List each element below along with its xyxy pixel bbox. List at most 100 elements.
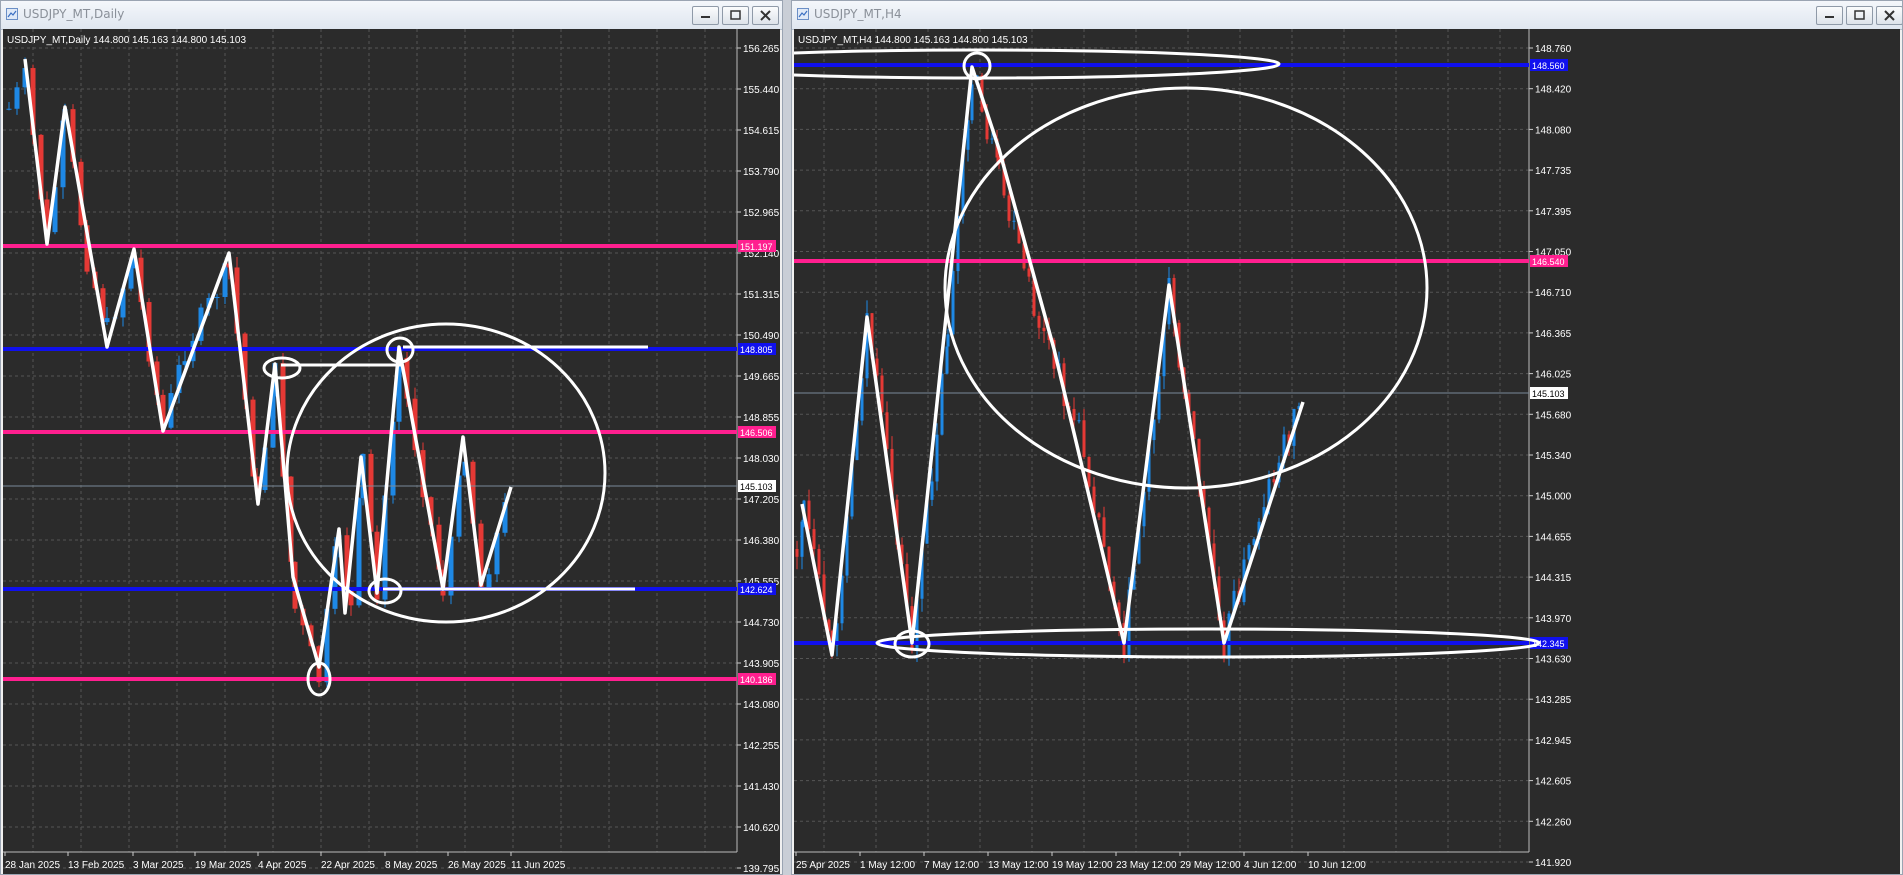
price-label: 153.790 [743, 167, 780, 178]
date-label: 19 Mar 2025 [195, 860, 252, 871]
date-label: 7 May 12:00 [924, 860, 979, 871]
candle-body [795, 549, 799, 557]
price-label: 148.855 [743, 413, 780, 424]
window-titlebar[interactable]: USDJPY_MT,H4 [792, 1, 1902, 30]
price-label: 148.420 [1535, 85, 1572, 96]
candle-body [1037, 315, 1041, 328]
window-divider [783, 0, 791, 875]
candle-body [817, 548, 821, 575]
candle-body [940, 373, 944, 435]
h4-chart-window: USDJPY_MT,H4 148.760 148.420 148.080 147.73… [791, 0, 1903, 875]
window-title: USDJPY_MT,Daily [23, 7, 125, 21]
price-label: 143.970 [1535, 614, 1572, 625]
price-label: 151.315 [743, 290, 780, 301]
price-label: 146.025 [1535, 370, 1572, 381]
candle-body [1247, 545, 1251, 560]
close-button[interactable] [1876, 6, 1902, 25]
minimize-icon [1825, 16, 1834, 18]
price-label: 145.340 [1535, 451, 1572, 462]
candle-body [990, 138, 994, 140]
date-label: 3 Mar 2025 [133, 860, 184, 871]
price-label: 143.285 [1535, 695, 1572, 706]
candle-body [1072, 408, 1076, 421]
daily-chart-svg[interactable]: 156.265155.440154.615153.790152.965152.1… [3, 29, 780, 875]
price-label: 142.945 [1535, 736, 1572, 747]
chart-window-icon [6, 8, 18, 20]
price-label: 152.965 [743, 208, 780, 219]
date-label: 25 Apr 2025 [796, 860, 850, 871]
date-label: 8 May 2025 [385, 860, 438, 871]
chart-info-text: USDJPY_MT,H4 144.800 145.163 144.800 145… [798, 35, 1028, 46]
level-price-text: 148.560 [1532, 61, 1565, 71]
maximize-icon [730, 10, 741, 20]
candle-body [945, 346, 949, 374]
price-label: 142.255 [743, 741, 780, 752]
price-label: 145.000 [1535, 492, 1572, 503]
candle-body [1082, 420, 1086, 457]
candle-body [1102, 517, 1106, 547]
level-price-text: 146.506 [740, 428, 773, 438]
h4-chart-svg[interactable]: 148.760148.420148.080147.735147.395147.0… [794, 29, 1900, 875]
date-label: 28 Jan 2025 [5, 860, 60, 871]
candle-body [800, 521, 804, 557]
date-label: 23 May 12:00 [1116, 860, 1177, 871]
candle-body [14, 87, 20, 109]
candle-body [1042, 327, 1046, 332]
level-price-text: 151.197 [740, 242, 773, 252]
price-label: 143.905 [743, 659, 780, 670]
candle-body [930, 481, 934, 500]
candle-body [935, 434, 939, 482]
daily-chart-window: USDJPY_MT,Daily 156.265 155.440 154.615 153… [0, 0, 783, 875]
level-price-text: 142.624 [740, 585, 773, 595]
date-label: 19 May 12:00 [1052, 860, 1113, 871]
price-label: 148.080 [1535, 125, 1572, 136]
price-label: 147.395 [1535, 207, 1572, 218]
price-label: 150.490 [743, 331, 780, 342]
chart-info-text: USDJPY_MT,Daily 144.800 145.163 144.800 … [7, 35, 246, 46]
date-label: 1 May 12:00 [860, 860, 915, 871]
level-price-text: 146.540 [1532, 257, 1565, 267]
price-label: 144.655 [1535, 532, 1572, 543]
minimize-icon [701, 16, 710, 18]
price-label: 139.795 [743, 864, 780, 875]
date-label: 26 May 2025 [448, 860, 506, 871]
candle-body [1007, 195, 1011, 221]
price-label: 142.260 [1535, 817, 1572, 828]
date-label: 22 Apr 2025 [321, 860, 375, 871]
candle-body [6, 108, 12, 110]
close-icon [1884, 10, 1895, 21]
minimize-button[interactable] [1816, 6, 1843, 25]
price-label: 145.680 [1535, 410, 1572, 421]
price-label: 143.630 [1535, 655, 1572, 666]
date-label: 13 May 12:00 [988, 860, 1049, 871]
price-label: 155.440 [743, 85, 780, 96]
price-label: 147.205 [743, 495, 780, 506]
window-titlebar[interactable]: USDJPY_MT,Daily [1, 1, 782, 30]
maximize-button[interactable] [1846, 6, 1873, 25]
window-title: USDJPY_MT,H4 [814, 7, 902, 21]
candle-body [1027, 268, 1031, 277]
close-button[interactable] [752, 6, 779, 25]
price-label: 143.080 [743, 700, 780, 711]
date-label: 4 Apr 2025 [258, 860, 307, 871]
price-label: 144.315 [1535, 573, 1572, 584]
date-label: 10 Jun 12:00 [1308, 860, 1366, 871]
h4-chart-area[interactable]: 148.760 148.420 148.080 147.735 147.395 147.0… [794, 29, 1900, 874]
close-icon [760, 10, 771, 21]
daily-chart-area[interactable]: 156.265 155.440 154.615 153.790 152.965 152.1… [3, 29, 780, 874]
level-price-text: 148.805 [740, 345, 773, 355]
candle-body [1097, 513, 1101, 518]
price-label: 141.920 [1535, 858, 1572, 869]
candle-body [104, 318, 110, 323]
current-price-text: 145.103 [740, 482, 773, 492]
candle-body [812, 529, 816, 549]
price-label: 140.620 [743, 823, 780, 834]
price-label: 148.760 [1535, 44, 1572, 55]
maximize-button[interactable] [722, 6, 749, 25]
minimize-button[interactable] [692, 6, 719, 25]
date-label: 29 May 12:00 [1180, 860, 1241, 871]
price-label: 144.730 [743, 618, 780, 629]
candle-body [951, 271, 955, 335]
price-label: 154.615 [743, 126, 780, 137]
candle-body [1012, 220, 1016, 222]
